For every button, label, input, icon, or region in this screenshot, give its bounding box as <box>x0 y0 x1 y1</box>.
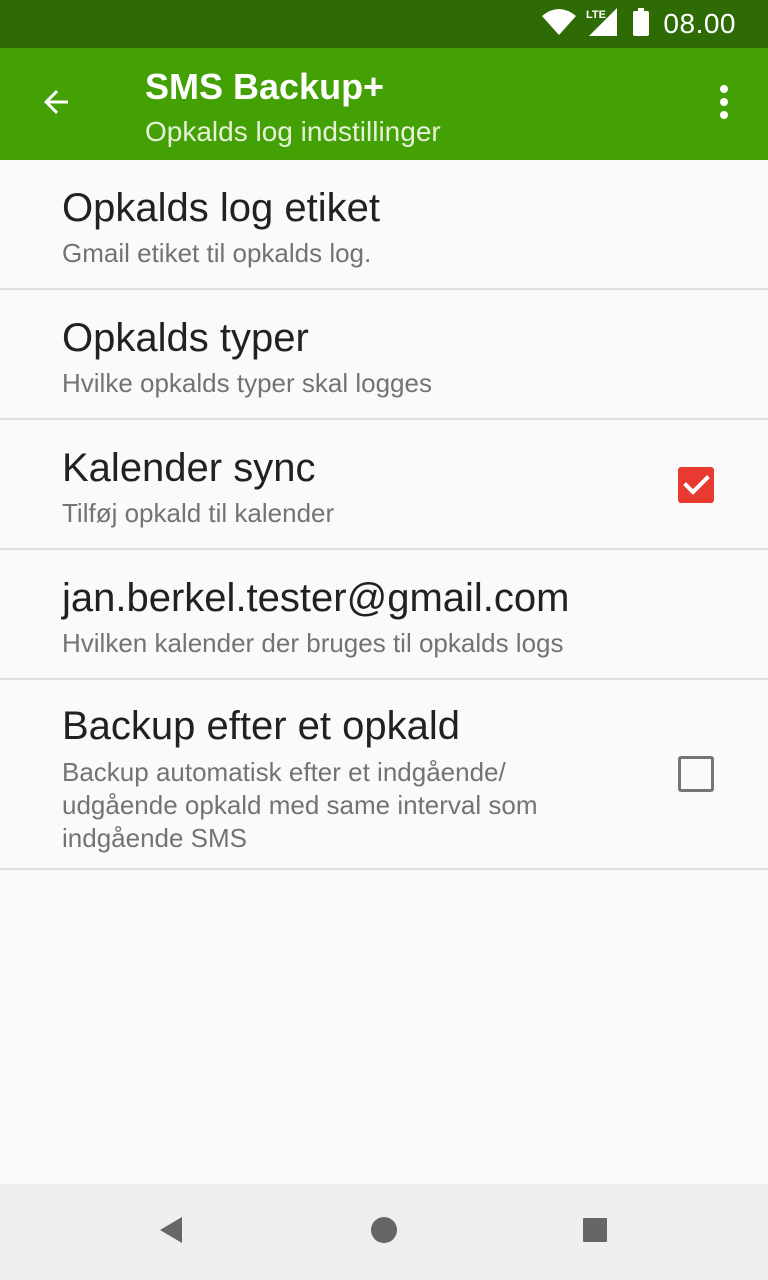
arrow-back-icon <box>38 84 74 125</box>
status-bar: LTE 08.00 <box>0 0 768 48</box>
more-vert-icon <box>719 84 729 125</box>
pref-call-log-label[interactable]: Opkalds log etiket Gmail etiket til opka… <box>0 160 768 290</box>
pref-title: Opkalds log etiket <box>62 186 380 230</box>
home-circle-icon <box>370 1216 398 1249</box>
app-bar: SMS Backup+ Opkalds log indstillinger <box>0 48 768 160</box>
status-time: 08.00 <box>663 8 736 39</box>
pref-summary-line: indgående SMS <box>62 823 248 853</box>
nav-back-button[interactable] <box>144 1204 200 1260</box>
app-title: SMS Backup+ <box>145 66 385 107</box>
signal-icon: LTE <box>585 6 619 43</box>
network-type-label: LTE <box>586 9 606 21</box>
recents-square-icon <box>582 1217 608 1248</box>
pref-calendar-account[interactable]: jan.berkel.tester@gmail.com Hvilken kale… <box>0 550 768 680</box>
back-triangle-icon <box>158 1215 186 1250</box>
pref-title: jan.berkel.tester@gmail.com <box>62 576 570 620</box>
status-icons: LTE 08.00 <box>541 0 736 48</box>
pref-summary: Hvilken kalender der bruges til opkalds … <box>62 628 564 658</box>
nav-recents-button[interactable] <box>567 1204 623 1260</box>
pref-summary-line: udgående opkald med same interval som <box>62 790 538 820</box>
checkmark-icon <box>678 475 714 507</box>
pref-title: Opkalds typer <box>62 316 309 360</box>
back-button[interactable] <box>24 80 88 128</box>
navigation-bar <box>0 1184 768 1280</box>
overflow-menu-button[interactable] <box>700 76 748 132</box>
pref-backup-after-call[interactable]: Backup efter et opkald Backup automatisk… <box>0 680 768 870</box>
pref-summary-line: Backup automatisk efter et indgående/ <box>62 757 506 787</box>
pref-summary: Hvilke opkalds typer skal logges <box>62 368 432 398</box>
wifi-icon <box>541 8 577 41</box>
calendar-sync-checkbox[interactable] <box>678 467 714 503</box>
pref-title: Backup efter et opkald <box>62 704 461 748</box>
nav-home-button[interactable] <box>356 1204 412 1260</box>
pref-calendar-sync[interactable]: Kalender sync Tilføj opkald til kalender <box>0 420 768 550</box>
pref-summary: Gmail etiket til opkalds log. <box>62 238 372 268</box>
pref-call-types[interactable]: Opkalds typer Hvilke opkalds typer skal … <box>0 290 768 420</box>
preferences-list: Opkalds log etiket Gmail etiket til opka… <box>0 160 768 870</box>
pref-title: Kalender sync <box>62 446 316 490</box>
backup-after-call-checkbox[interactable] <box>678 756 714 792</box>
pref-summary: Backup automatisk efter et indgående/ ud… <box>62 756 628 855</box>
battery-icon <box>633 7 650 41</box>
pref-summary: Tilføj opkald til kalender <box>62 498 335 528</box>
app-subtitle: Opkalds log indstillinger <box>145 116 441 147</box>
